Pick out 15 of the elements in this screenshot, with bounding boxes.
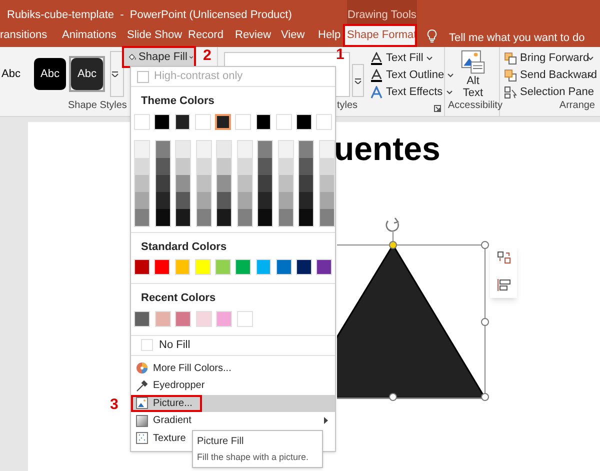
step-number: 3 xyxy=(110,397,118,412)
group-label: Shape Styles xyxy=(68,99,127,113)
slide-title: uentes xyxy=(334,132,440,165)
group-label: tyles xyxy=(337,99,358,113)
tooltip-title: Picture Fill xyxy=(197,435,245,449)
section-heading: Theme Colors xyxy=(140,94,216,109)
group-label: Accessibility xyxy=(448,99,502,113)
group-label: Arrange xyxy=(559,99,595,113)
context-group-label: Drawing Tools xyxy=(347,0,417,24)
step-number: 2 xyxy=(203,48,212,63)
tooltip-text: Fill the shape with a picture. xyxy=(197,451,310,464)
window-title: Rubiks-cube-template - PowerPoint (Unlicensed Product) xyxy=(6,8,293,23)
section-heading: Recent Colors xyxy=(140,291,217,306)
section-heading: Standard Colors xyxy=(140,240,228,254)
step-number: 1 xyxy=(336,47,344,62)
